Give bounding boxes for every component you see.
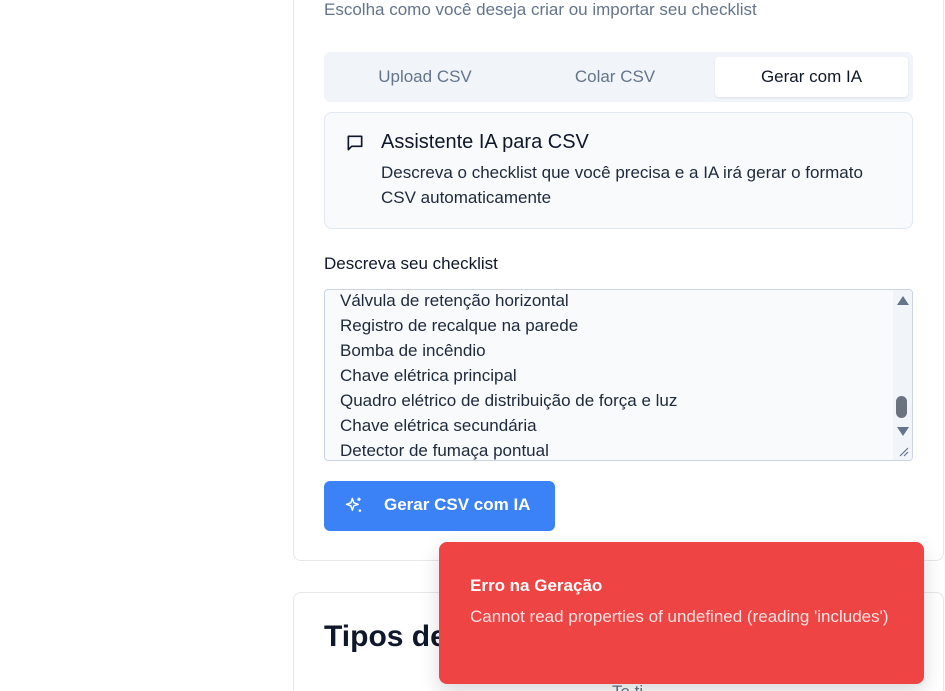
scroll-down-icon[interactable] [897,427,909,436]
section-title: Tipos de [324,620,447,653]
textarea-line: Quadro elétrico de distribuição de força… [340,391,678,410]
toast-message: Cannot read properties of undefined (rea… [470,607,889,626]
generate-csv-button[interactable]: Gerar CSV com IA [324,481,555,531]
scrollbar-thumb[interactable] [896,396,907,418]
message-square-icon [345,133,365,153]
textarea-line: Bomba de incêndio [340,341,486,360]
info-title: Assistente IA para CSV [381,131,589,153]
toast-title: Erro na Geração [470,576,603,595]
info-description: Descreva o checklist que você precisa e … [381,163,863,207]
checklist-field-label: Descreva seu checklist [324,254,498,273]
textarea-line: Chave elétrica principal [340,366,517,385]
sparkles-icon [344,496,364,516]
textarea-line: Válvula de retenção horizontal [340,291,569,310]
textarea-line: Registro de recalque na parede [340,316,579,335]
textarea-content: Válvula de retenção horizontal Registro … [340,290,678,460]
tab-upload-csv[interactable]: Upload CSV [332,57,518,97]
generate-button-label: Gerar CSV com IA [384,495,531,514]
textarea-line: Detector de fumaça pontual [340,441,549,460]
textarea-line: Chave elétrica secundária [340,416,537,435]
checklist-textarea[interactable]: Válvula de retenção horizontal Registro … [324,289,913,461]
resize-handle-icon[interactable] [896,444,910,458]
card-subtitle: Escolha como você deseja criar ou import… [324,0,757,19]
scroll-up-icon[interactable] [897,296,909,305]
tab-paste-csv[interactable]: Colar CSV [522,57,708,97]
ai-assistant-info: Assistente IA para CSV Descreva o checkl… [324,112,913,229]
error-toast[interactable]: Erro na Geração Cannot read properties o… [439,542,924,684]
tab-generate-ai[interactable]: Gerar com IA [715,57,908,97]
textarea-scrollbar[interactable] [893,290,912,460]
mode-tabs: Upload CSV Colar CSV Gerar com IA [324,52,913,102]
